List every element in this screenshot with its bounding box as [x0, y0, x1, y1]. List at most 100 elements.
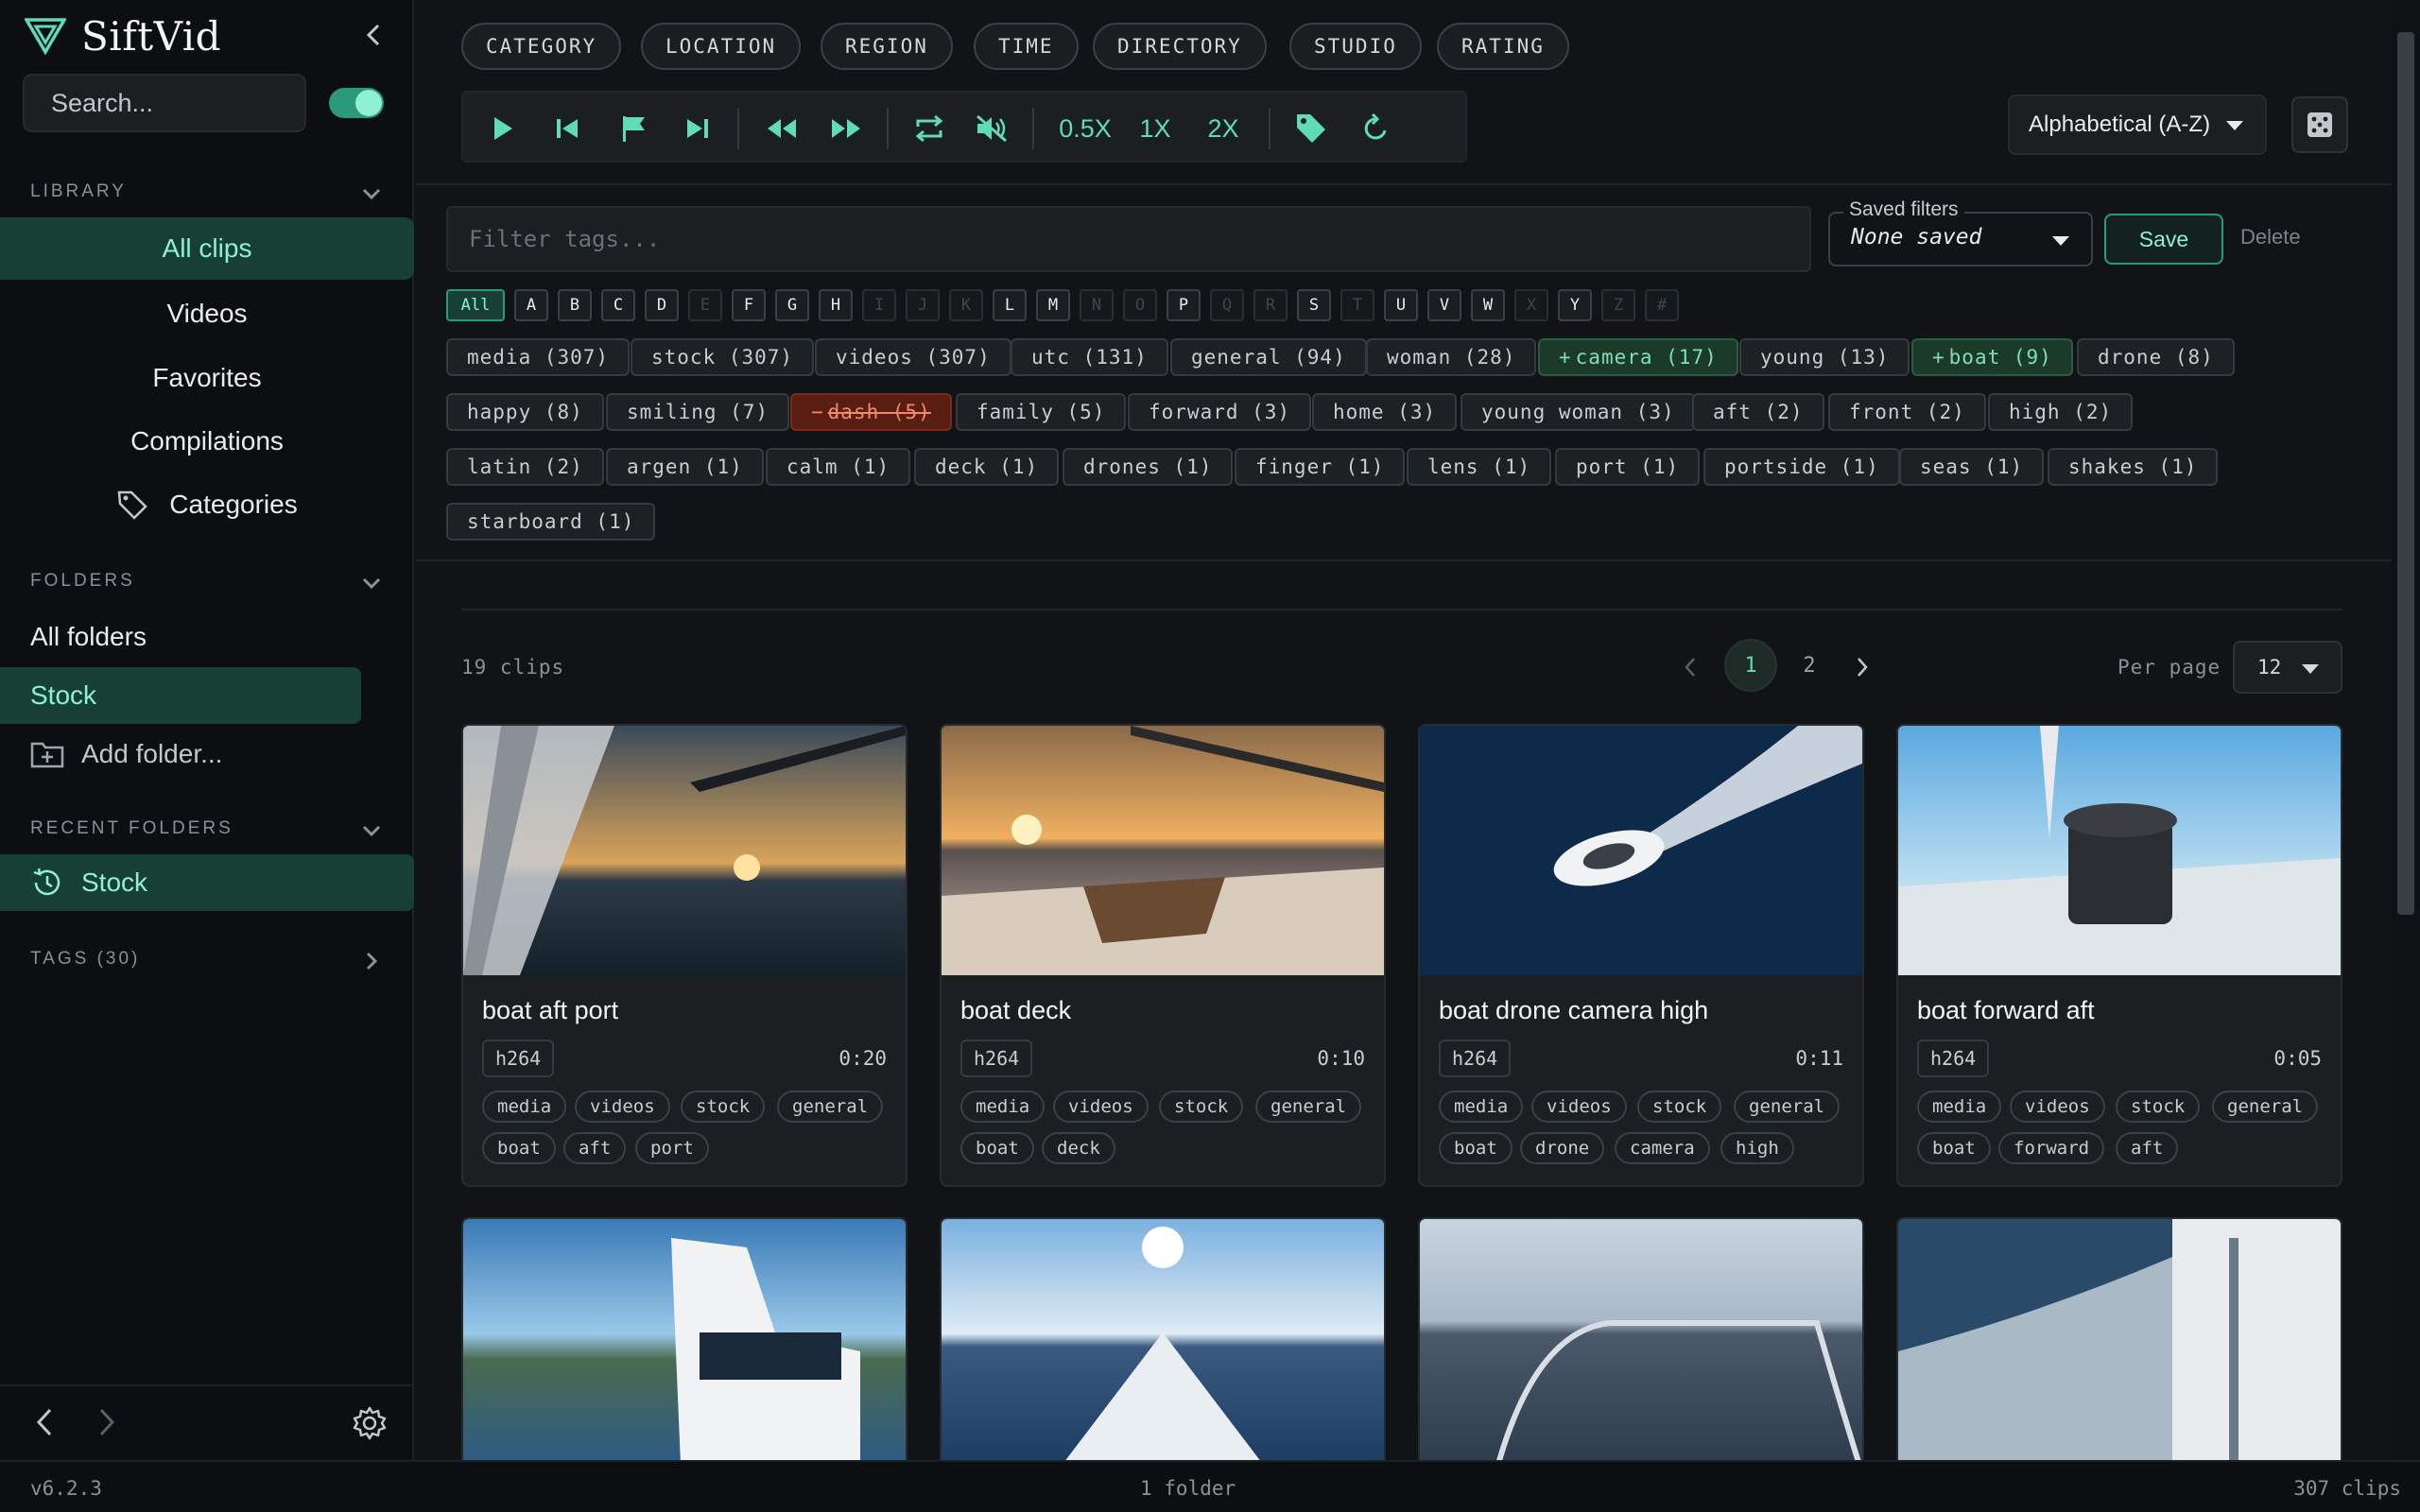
tag-chip[interactable]: seas (1) [1899, 448, 2045, 486]
clip-tag[interactable]: boat [1439, 1132, 1512, 1164]
tag-chip[interactable]: media (307) [446, 338, 631, 376]
clip-tag[interactable]: media [482, 1091, 567, 1123]
delete-filter-button[interactable]: Delete [2240, 225, 2301, 249]
mute-button[interactable] [972, 106, 1011, 151]
letter-filter-y[interactable]: Y [1558, 289, 1592, 321]
tag-chip[interactable]: latin (2) [446, 448, 604, 486]
save-filter-button[interactable]: Save [2104, 214, 2223, 265]
letter-filter-u[interactable]: U [1384, 289, 1418, 321]
flag-button[interactable] [614, 106, 652, 151]
speed-2x-button[interactable]: 2X [1202, 106, 1244, 151]
filter-tags-input[interactable]: Filter tags... [446, 206, 1811, 272]
sidebar-item-all-clips[interactable]: All clips [0, 217, 414, 280]
clip-tag[interactable]: general [1255, 1091, 1362, 1123]
add-folder-button[interactable]: Add folder... [0, 726, 414, 782]
sidebar-item-categories[interactable]: Categories [0, 473, 414, 536]
tag-chip[interactable]: finger (1) [1235, 448, 1406, 486]
tag-chip[interactable]: young woman (3) [1461, 393, 1696, 431]
tag-chip[interactable]: woman (28) [1366, 338, 1537, 376]
clip-card[interactable] [1418, 1217, 1864, 1460]
clip-tag[interactable]: general [777, 1091, 884, 1123]
clip-tag[interactable]: high [1720, 1132, 1794, 1164]
tag-include-chip[interactable]: + boat (9) [1911, 338, 2073, 376]
sort-select[interactable]: Alphabetical (A-Z) [2008, 94, 2267, 155]
search-toggle[interactable] [329, 88, 384, 118]
tag-chip[interactable]: young (13) [1739, 338, 1910, 376]
clip-tag[interactable]: aft [2116, 1132, 2179, 1164]
folder-stock[interactable]: Stock [0, 667, 361, 724]
tag-chip[interactable]: videos (307) [815, 338, 1011, 376]
tag-chip[interactable]: deck (1) [914, 448, 1060, 486]
time-button[interactable]: TIME [974, 23, 1079, 70]
clip-tag[interactable]: videos [575, 1091, 670, 1123]
clip-card[interactable]: boat deck h264 0:10 media videos stock g… [940, 724, 1386, 1187]
search-input[interactable]: Search... [23, 74, 306, 132]
tag-chip[interactable]: calm (1) [766, 448, 911, 486]
previous-button[interactable] [548, 106, 586, 151]
letter-filter-a[interactable]: A [514, 289, 548, 321]
tag-chip[interactable]: front (2) [1828, 393, 1986, 431]
chevron-right-icon[interactable] [359, 949, 384, 973]
chevron-down-icon[interactable] [359, 181, 384, 206]
tag-chip[interactable]: high (2) [1988, 393, 2134, 431]
category-button[interactable]: CATEGORY [461, 23, 622, 70]
speed-1x-button[interactable]: 1X [1134, 106, 1176, 151]
letter-filter-m[interactable]: M [1036, 289, 1070, 321]
tag-chip[interactable]: happy (8) [446, 393, 604, 431]
clip-tag[interactable]: boat [482, 1132, 556, 1164]
tag-chip[interactable]: general (94) [1170, 338, 1367, 376]
letter-filter-v[interactable]: V [1427, 289, 1461, 321]
clip-tag[interactable]: media [960, 1091, 1046, 1123]
tag-chip[interactable]: utc (131) [1011, 338, 1168, 376]
rating-button[interactable]: RATING [1437, 23, 1569, 70]
tag-chip[interactable]: drone (8) [2077, 338, 2235, 376]
tag-chip[interactable]: port (1) [1555, 448, 1701, 486]
clip-tag[interactable]: drone [1520, 1132, 1605, 1164]
letter-filter-f[interactable]: F [732, 289, 766, 321]
shuffle-button[interactable] [2291, 96, 2348, 153]
tag-chip[interactable]: smiling (7) [606, 393, 790, 431]
next-page-icon[interactable] [1855, 656, 1870, 679]
collapse-sidebar-button[interactable] [357, 19, 389, 51]
studio-button[interactable]: STUDIO [1289, 23, 1422, 70]
clip-tag[interactable]: general [2212, 1091, 2319, 1123]
forward-icon[interactable] [93, 1405, 121, 1439]
chevron-down-icon[interactable] [359, 571, 384, 595]
saved-filters-select[interactable]: Saved filters None saved [1828, 198, 2093, 266]
clip-tag[interactable]: boat [1917, 1132, 1991, 1164]
clip-card[interactable] [940, 1217, 1386, 1460]
clip-tag[interactable]: stock [2116, 1091, 2201, 1123]
clip-tag[interactable]: boat [960, 1132, 1034, 1164]
sidebar-item-compilations[interactable]: Compilations [0, 410, 414, 472]
tag-chip[interactable]: family (5) [956, 393, 1127, 431]
clip-tag[interactable]: stock [1159, 1091, 1244, 1123]
tag-button[interactable] [1291, 106, 1331, 151]
letter-filter-w[interactable]: W [1471, 289, 1505, 321]
tag-chip[interactable]: lens (1) [1407, 448, 1552, 486]
clip-card[interactable]: boat aft port h264 0:20 media videos sto… [461, 724, 908, 1187]
fast-forward-button[interactable] [826, 106, 866, 151]
recent-folder-stock[interactable]: Stock [0, 854, 414, 911]
per-page-select[interactable]: 12 [2233, 641, 2342, 694]
clip-tag[interactable]: media [1917, 1091, 2002, 1123]
clip-tag[interactable]: videos [1531, 1091, 1627, 1123]
letter-filter-d[interactable]: D [645, 289, 679, 321]
scrollbar-thumb[interactable] [2397, 32, 2414, 915]
clip-card[interactable] [461, 1217, 908, 1460]
clip-card[interactable]: boat drone camera high h264 0:11 media v… [1418, 724, 1864, 1187]
clip-tag[interactable]: aft [563, 1132, 627, 1164]
tag-chip[interactable]: portside (1) [1703, 448, 1900, 486]
clip-card[interactable] [1896, 1217, 2342, 1460]
letter-filter-l[interactable]: L [993, 289, 1027, 321]
letter-filter-b[interactable]: B [558, 289, 592, 321]
clip-tag[interactable]: general [1734, 1091, 1841, 1123]
letter-filter-p[interactable]: P [1167, 289, 1201, 321]
clip-tag[interactable]: media [1439, 1091, 1524, 1123]
tag-chip[interactable]: forward (3) [1128, 393, 1312, 431]
clip-tag[interactable]: port [635, 1132, 709, 1164]
clip-tag[interactable]: forward [1998, 1132, 2105, 1164]
speed-0-5x-button[interactable]: 0.5X [1057, 106, 1114, 151]
clip-tag[interactable]: deck [1042, 1132, 1115, 1164]
tag-chip[interactable]: home (3) [1312, 393, 1458, 431]
letter-filter-c[interactable]: C [601, 289, 635, 321]
